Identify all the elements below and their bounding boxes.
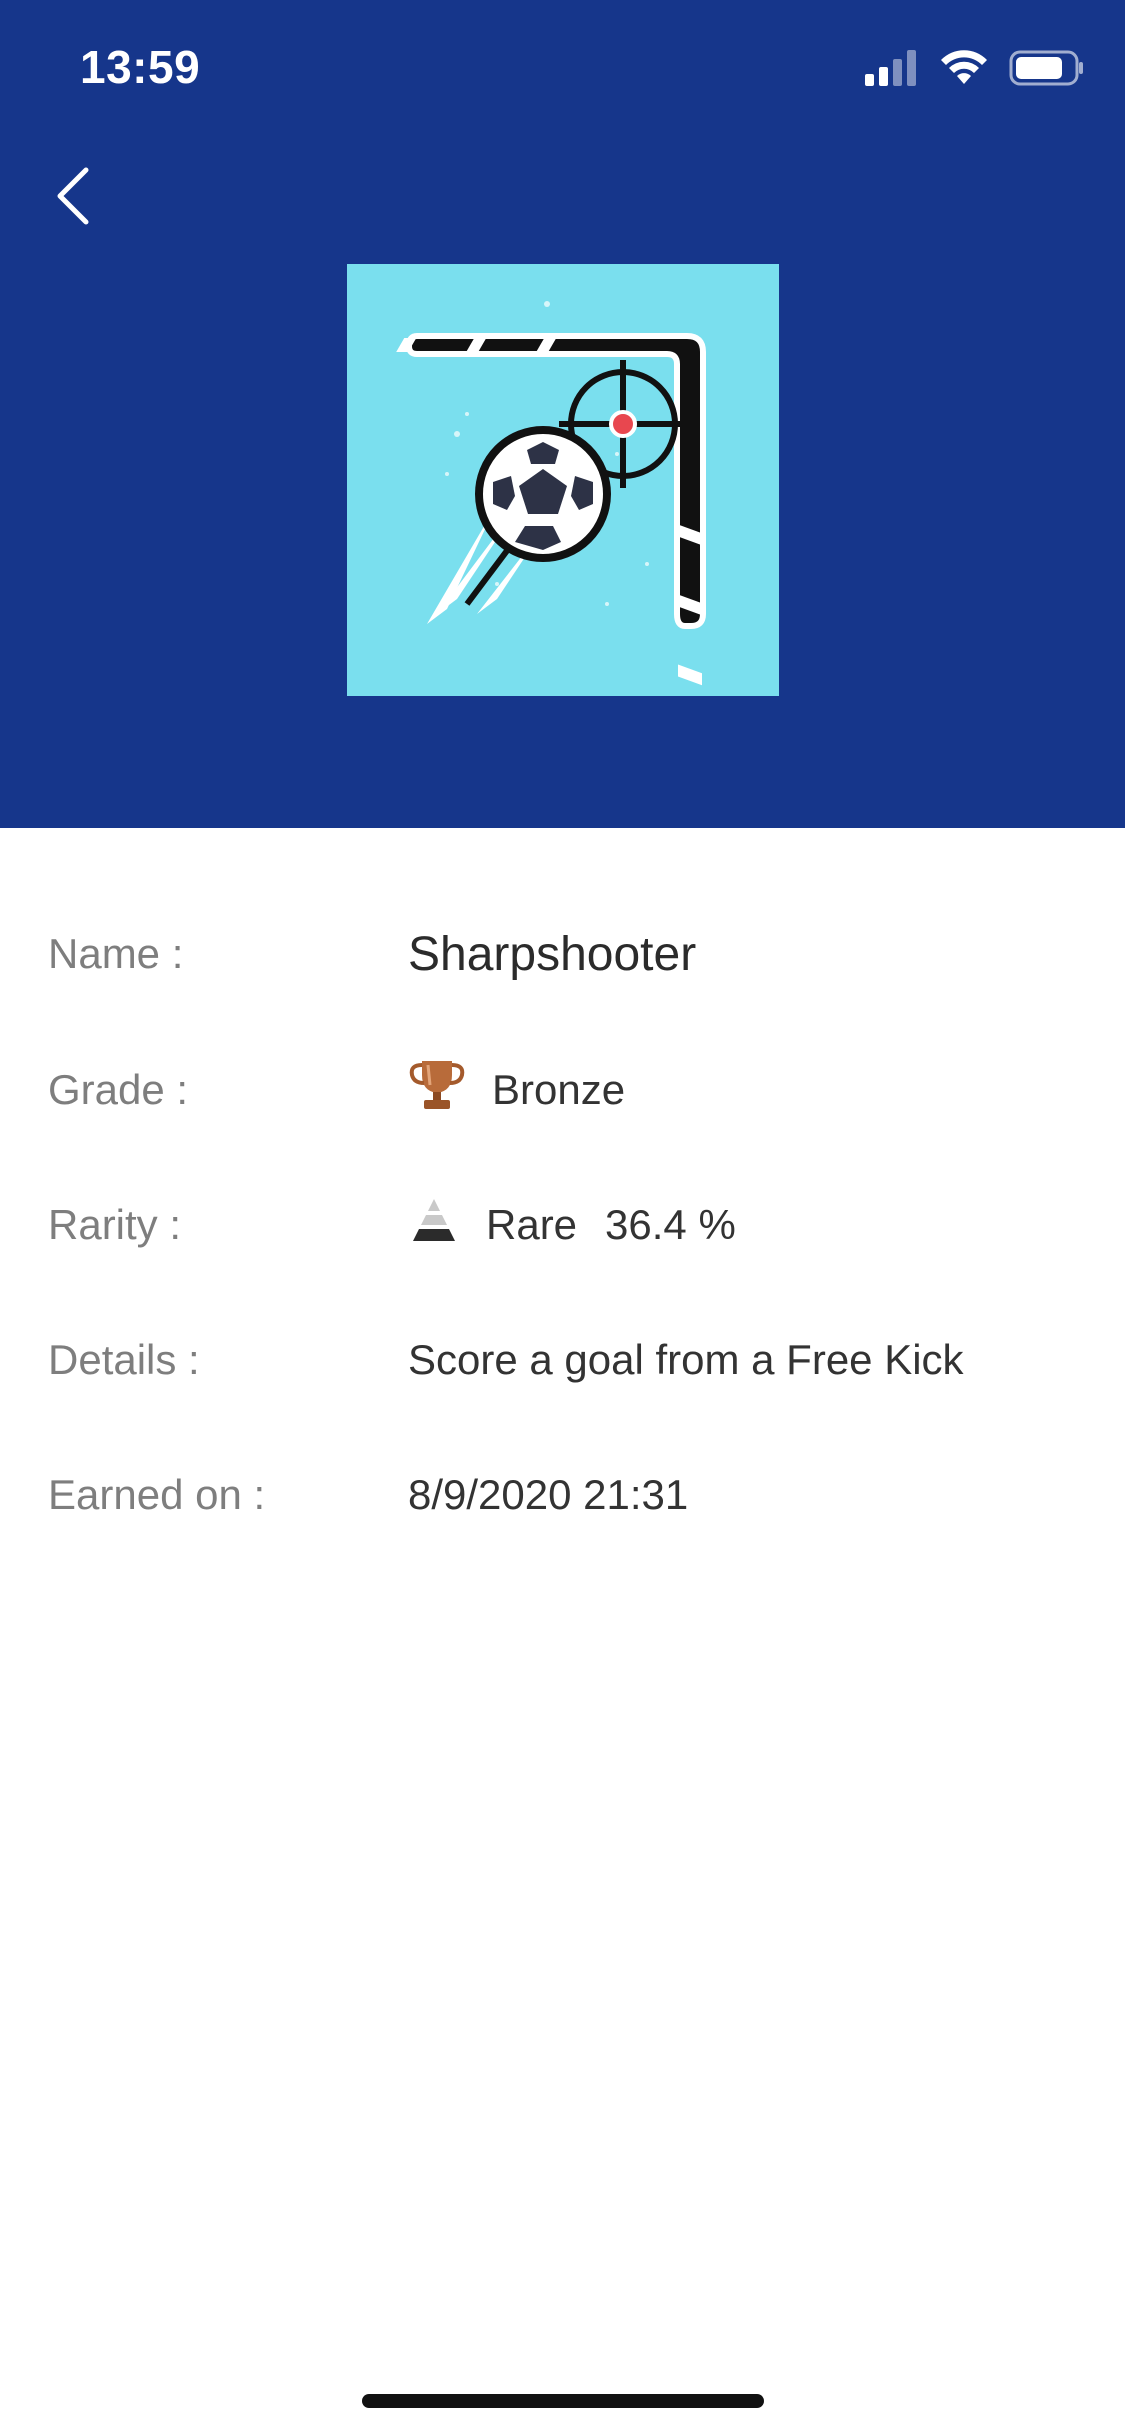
rarity-text: Rare (486, 1201, 578, 1248)
cellular-signal-icon (865, 49, 919, 91)
battery-icon (1009, 50, 1085, 91)
detail-row-name: Name : Sharpshooter (0, 914, 1125, 994)
earned-date: 8/9/2020 21:31 (408, 1471, 689, 1518)
grade-label: Grade : (48, 1066, 189, 1113)
status-icons (865, 48, 1085, 92)
detail-row-rarity: Rarity : Rare 36.4 % (0, 1185, 1125, 1265)
rarity-value: Rare 36.4 % (408, 1197, 736, 1253)
grade-value: Bronze (408, 1057, 625, 1123)
trophy-image (347, 264, 779, 696)
detail-row-earned: Earned on : 8/9/2020 21:31 (0, 1455, 1125, 1535)
wifi-icon (939, 49, 989, 91)
detail-row-details: Details : Score a goal from a Free Kick (0, 1320, 1125, 1400)
rarity-pyramid-icon (408, 1197, 460, 1253)
earned-label: Earned on : (48, 1471, 266, 1518)
rarity-label: Rarity : (48, 1201, 182, 1248)
details-text: Score a goal from a Free Kick (408, 1336, 964, 1383)
grade-text: Bronze (492, 1066, 626, 1113)
status-time: 13:59 (80, 41, 201, 93)
detail-row-grade: Grade : Bronze (0, 1050, 1125, 1130)
name-label: Name : (48, 930, 184, 977)
chevron-left-icon (44, 167, 104, 236)
back-button[interactable] (44, 160, 104, 232)
header-banner: 13:59 (0, 0, 1125, 828)
home-indicator[interactable] (362, 2394, 764, 2408)
trophy-name: Sharpshooter (408, 927, 697, 981)
rarity-percent: 36.4 % (605, 1201, 736, 1248)
details-label: Details : (48, 1336, 200, 1383)
bronze-trophy-icon (408, 1057, 466, 1123)
